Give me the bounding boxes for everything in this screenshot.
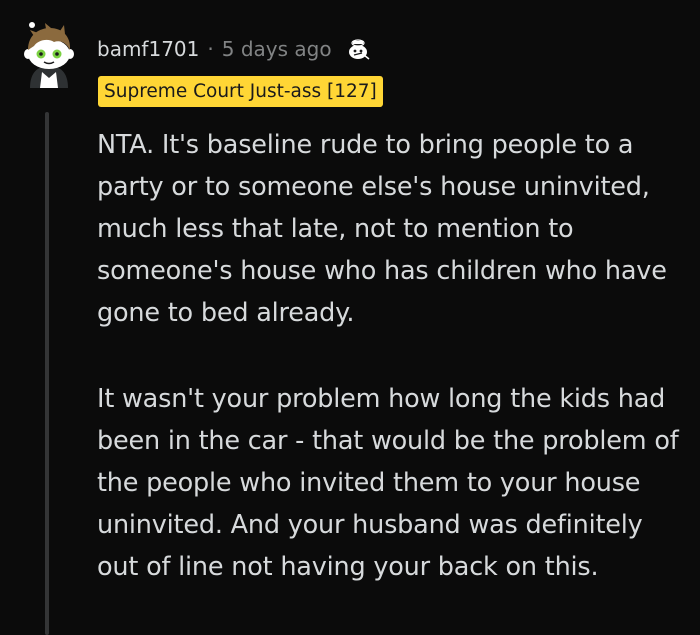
meta-separator: · [207, 37, 214, 61]
snoo-avatar-icon [24, 22, 74, 88]
comment-paragraph: It wasn't your problem how long the kids… [97, 384, 679, 582]
user-flair: Supreme Court Just-ass [127] [98, 76, 383, 107]
comment: bamf1701 · 5 days ago Supreme Court Just… [0, 0, 700, 635]
timestamp[interactable]: 5 days ago [222, 32, 332, 66]
comment-header: bamf1701 · 5 days ago [97, 32, 372, 66]
comment-paragraph: NTA. It's baseline rude to bring people … [97, 130, 667, 328]
user-avatar[interactable] [20, 22, 78, 88]
snoo-award-icon[interactable] [344, 35, 372, 63]
comment-body: NTA. It's baseline rude to bring people … [97, 124, 687, 588]
username-link[interactable]: bamf1701 [97, 32, 199, 66]
thread-collapse-line[interactable] [45, 112, 49, 635]
